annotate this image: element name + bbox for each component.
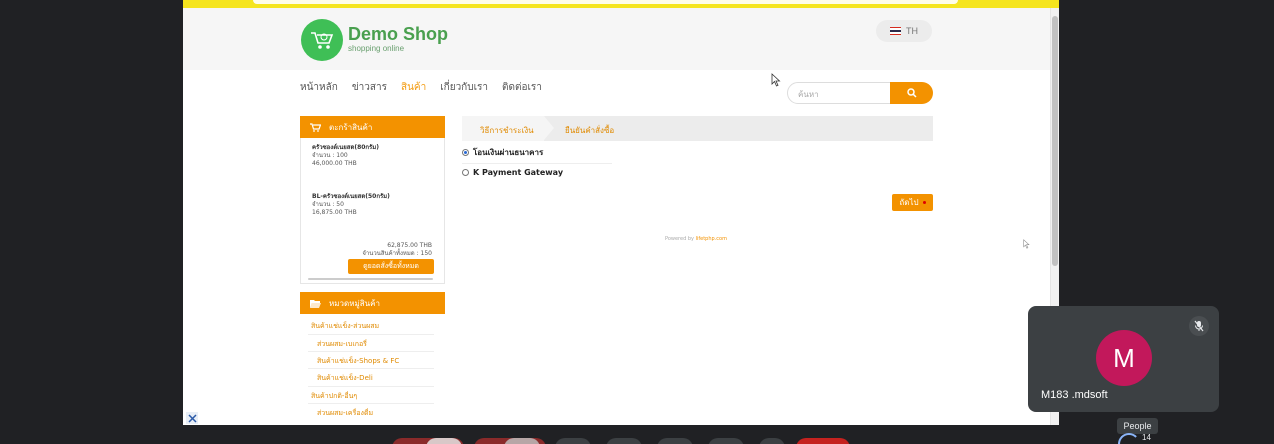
search-icon <box>906 88 917 98</box>
category-item[interactable]: สินค้าปกติ-อื่นๆ <box>311 391 357 402</box>
meet-control-button[interactable] <box>555 438 591 444</box>
checkout-steps: วิธีการชำระเงิน ยืนยันคำสั่งซื้อ <box>462 116 933 141</box>
radio-checked[interactable] <box>462 149 469 156</box>
cart-item-price: 46,000.00 THB <box>312 160 357 167</box>
cart-summary: 62,875.00 THB จำนวนสินค้าทั้งหมด : 150 <box>362 242 432 258</box>
category-divider <box>308 368 434 369</box>
participant-tile[interactable]: M M183 .mdsoft <box>1028 306 1219 412</box>
step-confirm-order[interactable]: ยืนยันคำสั่งซื้อ <box>565 124 614 137</box>
nav-home[interactable]: หน้าหลัก <box>300 80 338 95</box>
payment-divider <box>462 163 612 164</box>
category-list: สินค้าแช่แข็ง-ส่วนผสม ส่วนผสม-เบเกอรี่ ส… <box>300 314 445 425</box>
search-input[interactable]: ค้นหา <box>787 82 891 104</box>
shop-brand-name[interactable]: Demo Shop <box>348 24 448 45</box>
cart-item[interactable]: ครัวซองต์เนยสด(80กรัม) จำนวน : 100 46,00… <box>312 144 379 168</box>
language-selector[interactable]: TH <box>876 20 932 42</box>
cart-item-price: 16,875.00 THB <box>312 209 357 216</box>
category-item[interactable]: สินค้าแช่แข็ง-Deli <box>317 373 373 384</box>
payment-option-bank-transfer[interactable]: โอนเงินผ่านธนาคาร <box>462 146 543 159</box>
cart-total-qty: จำนวนสินค้าทั้งหมด : 150 <box>362 250 432 257</box>
category-item[interactable]: สินค้าแช่แข็ง-Shops & FC <box>317 356 399 367</box>
folder-open-icon <box>310 299 321 308</box>
cart-icon <box>310 122 321 132</box>
next-label: ถัดไป <box>899 198 919 207</box>
cart-item-name: BL-ครัวซองต์เนยสด(50กรัม) <box>312 193 390 200</box>
meet-control-button[interactable] <box>759 438 785 444</box>
payment-option-k-payment[interactable]: K Payment Gateway <box>462 168 563 177</box>
people-icon[interactable] <box>1118 433 1140 444</box>
cart-item[interactable]: BL-ครัวซองต์เนยสด(50กรัม) จำนวน : 50 16,… <box>312 193 390 217</box>
nav-about[interactable]: เกี่ยวกับเรา <box>440 80 488 95</box>
step-arrow <box>544 116 554 140</box>
taskbar-tray-icon[interactable] <box>186 412 198 424</box>
meet-control-button[interactable] <box>504 438 540 444</box>
payment-option-label: โอนเงินผ่านธนาคาร <box>473 148 544 157</box>
category-item[interactable]: ส่วนผสม-เครื่องดื่ม <box>317 408 373 419</box>
scrollbar-thumb[interactable] <box>1052 16 1058 266</box>
category-divider <box>308 386 434 387</box>
meet-control-button[interactable] <box>426 438 462 444</box>
category-title: หมวดหมู่สินค้า <box>329 298 380 308</box>
search-button[interactable] <box>890 82 933 104</box>
site-header: Demo Shop shopping online TH <box>183 8 1050 70</box>
category-panel-header: หมวดหมู่สินค้า <box>300 292 445 314</box>
cart-title: ตะกร้าสินค้า <box>329 122 373 132</box>
cart-item-name: ครัวซองต์เนยสด(80กรัม) <box>312 144 379 151</box>
payment-option-label: K Payment Gateway <box>473 168 564 177</box>
thai-flag-icon <box>890 27 901 35</box>
meet-control-button[interactable] <box>606 438 642 444</box>
nav-news[interactable]: ข่าวสาร <box>352 80 387 95</box>
cart-total: 62,875.00 THB <box>387 242 432 249</box>
browser-address-pill <box>253 0 958 4</box>
participant-name: M183 .mdsoft <box>1041 389 1108 401</box>
main-nav: หน้าหลัก ข่าวสาร สินค้า เกี่ยวกับเรา ติด… <box>300 80 542 95</box>
mouse-cursor-icon <box>1023 239 1030 249</box>
next-dot-icon <box>922 201 926 204</box>
next-button[interactable]: ถัดไป <box>892 194 933 211</box>
powered-label: Powered by <box>665 236 694 242</box>
category-item[interactable]: สินค้าแช่แข็ง-ส่วนผสม <box>311 321 379 332</box>
language-label: TH <box>906 26 918 36</box>
cart-panel-header: ตะกร้าสินค้า <box>300 116 445 138</box>
step-payment-method[interactable]: วิธีการชำระเงิน <box>480 124 534 137</box>
people-count-badge: 14 <box>1142 433 1151 442</box>
mouse-cursor-icon <box>771 73 781 87</box>
cart-divider <box>308 278 433 280</box>
nav-contact[interactable]: ติดต่อเรา <box>502 80 542 95</box>
avatar: M <box>1096 330 1152 386</box>
mic-off-icon <box>1189 316 1209 336</box>
people-tooltip: People <box>1117 418 1158 434</box>
meet-control-button[interactable] <box>657 438 693 444</box>
category-divider <box>308 334 434 335</box>
leave-call-button[interactable] <box>796 438 850 444</box>
view-all-orders-button[interactable]: ดูยอดสั่งซื้อทั้งหมด <box>348 259 434 274</box>
shared-screen-window: Demo Shop shopping online TH หน้าหลัก ข่… <box>183 0 1059 425</box>
category-item[interactable]: ส่วนผสม-เบเกอรี่ <box>317 339 367 350</box>
powered-by: Powered by lifetphp.com <box>665 236 727 242</box>
category-divider <box>308 403 434 404</box>
shop-tagline: shopping online <box>348 44 405 53</box>
powered-brand-link[interactable]: lifetphp.com <box>696 236 727 242</box>
nav-products[interactable]: สินค้า <box>401 80 426 95</box>
cart-item-qty: จำนวน : 100 <box>312 152 348 159</box>
cart-item-qty: จำนวน : 50 <box>312 201 344 208</box>
shop-logo-icon[interactable] <box>301 19 343 61</box>
radio-unchecked[interactable] <box>462 169 469 176</box>
category-divider <box>308 351 434 352</box>
meet-control-button[interactable] <box>708 438 744 444</box>
cart-panel: ครัวซองต์เนยสด(80กรัม) จำนวน : 100 46,00… <box>300 138 445 284</box>
